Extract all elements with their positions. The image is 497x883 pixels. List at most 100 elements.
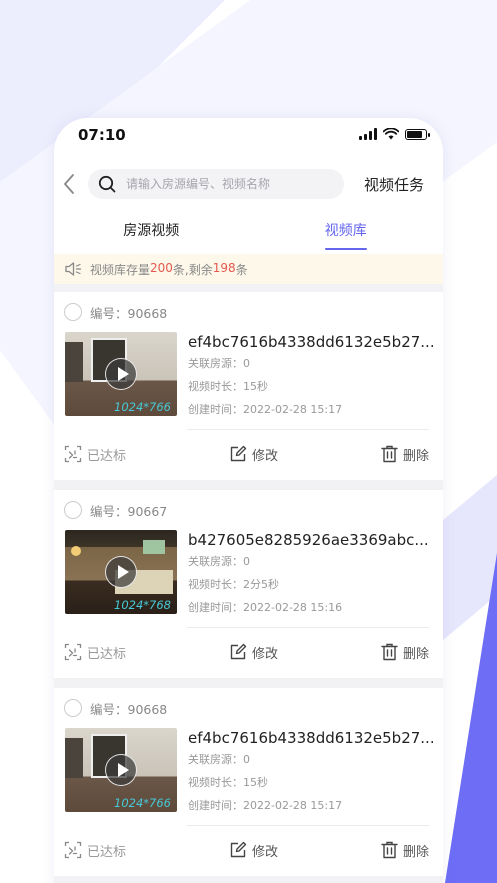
trash-icon bbox=[381, 445, 398, 463]
delete-label: 删除 bbox=[402, 448, 429, 464]
delete-button[interactable]: 删除 bbox=[381, 643, 429, 662]
tab-property-videos[interactable]: 房源视频 bbox=[54, 210, 249, 254]
trash-icon bbox=[381, 841, 398, 859]
notice-text: 视频库存量 200 条,剩余 198 条 bbox=[90, 261, 248, 278]
reach-standard-label: 已达标 bbox=[87, 646, 127, 662]
tab-video-library[interactable]: 视频库 bbox=[249, 210, 444, 254]
notice-total: 200 bbox=[150, 260, 173, 275]
video-resolution: 1024*766 bbox=[114, 400, 171, 414]
edit-button[interactable]: 修改 bbox=[229, 841, 278, 860]
signal-icon bbox=[359, 128, 377, 140]
delete-label: 删除 bbox=[402, 844, 429, 860]
speaker-icon bbox=[65, 262, 82, 276]
notice-mid: 条,剩余 bbox=[172, 262, 213, 277]
reach-standard-label: 已达标 bbox=[87, 448, 127, 464]
reach-standard-button[interactable]: 已达标 bbox=[64, 445, 126, 464]
video-duration: 视频时长：15秒 bbox=[188, 776, 268, 789]
divider bbox=[187, 825, 429, 826]
card-body: 1024*766 ef4bc7616b4338dd6132e5b27... 关联… bbox=[54, 332, 443, 420]
divider bbox=[187, 429, 429, 430]
card-header: 编号：90668 bbox=[54, 688, 443, 728]
video-thumbnail[interactable]: 1024*766 bbox=[65, 728, 177, 812]
linked-properties: 关联房源：0 bbox=[188, 555, 250, 568]
trash-icon bbox=[381, 643, 398, 661]
edit-button[interactable]: 修改 bbox=[229, 445, 278, 464]
back-button[interactable] bbox=[58, 169, 80, 199]
play-icon[interactable] bbox=[105, 754, 137, 786]
video-info: b427605e8285926ae3369abc... 关联房源：0 视频时长：… bbox=[188, 530, 438, 618]
header: 07:10 请输入房源编号、视频名称 视频任务 房源视频 视频库 bbox=[54, 118, 443, 254]
storage-notice: 视频库存量 200 条,剩余 198 条 bbox=[54, 254, 443, 284]
video-thumbnail[interactable]: 1024*766 bbox=[65, 332, 177, 416]
select-radio[interactable] bbox=[64, 699, 82, 717]
reach-standard-icon bbox=[64, 445, 82, 463]
bg-decoration bbox=[445, 553, 497, 883]
search-row: 视频任务 bbox=[54, 158, 443, 210]
notice-suffix: 条 bbox=[235, 262, 248, 277]
status-time: 07:10 bbox=[78, 126, 126, 144]
status-icons bbox=[359, 128, 430, 140]
back-chevron-icon bbox=[64, 174, 74, 194]
reach-standard-label: 已达标 bbox=[87, 844, 127, 860]
video-thumbnail[interactable]: 1024*768 bbox=[65, 530, 177, 614]
search-input[interactable] bbox=[126, 177, 326, 191]
tab-bar: 房源视频 视频库 bbox=[54, 210, 443, 254]
delete-button[interactable]: 删除 bbox=[381, 445, 429, 464]
delete-button[interactable]: 删除 bbox=[381, 841, 429, 860]
phone-frame: 07:10 请输入房源编号、视频名称 视频任务 房源视频 视频库 视频库存量 2… bbox=[54, 118, 443, 883]
search-icon bbox=[98, 175, 116, 193]
created-time: 创建时间：2022-02-28 15:17 bbox=[188, 403, 343, 416]
reach-standard-button[interactable]: 已达标 bbox=[64, 841, 126, 860]
linked-properties: 关联房源：0 bbox=[188, 753, 250, 766]
select-radio[interactable] bbox=[64, 501, 82, 519]
created-time: 创建时间：2022-02-28 15:17 bbox=[188, 799, 343, 812]
video-duration: 视频时长：2分5秒 bbox=[188, 578, 279, 591]
edit-icon bbox=[230, 643, 247, 660]
card-actions: 已达标 修改 删除 bbox=[64, 640, 429, 664]
video-title: b427605e8285926ae3369abc... bbox=[188, 531, 429, 549]
search-box[interactable] bbox=[88, 169, 344, 199]
video-info: ef4bc7616b4338dd6132e5b27... 关联房源：0 视频时长… bbox=[188, 728, 438, 816]
reach-standard-icon bbox=[64, 643, 82, 661]
video-list: 编号：90668 1024*766 ef4bc7616b4338dd6132e5… bbox=[54, 284, 443, 876]
card-header: 编号：90667 bbox=[54, 490, 443, 530]
card-body: 1024*766 ef4bc7616b4338dd6132e5b27... 关联… bbox=[54, 728, 443, 816]
edit-label: 修改 bbox=[251, 646, 278, 662]
video-task-button[interactable]: 视频任务 bbox=[364, 174, 424, 195]
edit-icon bbox=[230, 841, 247, 858]
divider bbox=[187, 627, 429, 628]
notice-prefix: 视频库存量 bbox=[90, 262, 151, 277]
select-radio[interactable] bbox=[64, 303, 82, 321]
reach-standard-icon bbox=[64, 841, 82, 859]
video-id: 编号：90668 bbox=[90, 305, 168, 321]
status-bar: 07:10 bbox=[54, 118, 443, 158]
edit-label: 修改 bbox=[251, 844, 278, 860]
wifi-icon bbox=[383, 128, 399, 140]
video-card[interactable]: 编号：90668 1024*766 ef4bc7616b4338dd6132e5… bbox=[54, 292, 443, 480]
reach-standard-button[interactable]: 已达标 bbox=[64, 643, 126, 662]
video-resolution: 1024*768 bbox=[114, 598, 171, 612]
notice-remain: 198 bbox=[212, 260, 236, 275]
created-time: 创建时间：2022-02-28 15:16 bbox=[188, 601, 343, 614]
delete-label: 删除 bbox=[402, 646, 429, 662]
play-icon[interactable] bbox=[105, 556, 137, 588]
video-info: ef4bc7616b4338dd6132e5b27... 关联房源：0 视频时长… bbox=[188, 332, 438, 420]
card-header: 编号：90668 bbox=[54, 292, 443, 332]
video-id: 编号：90668 bbox=[90, 701, 168, 717]
edit-icon bbox=[230, 445, 247, 462]
video-card[interactable]: 编号：90668 1024*766 ef4bc7616b4338dd6132e5… bbox=[54, 688, 443, 876]
edit-label: 修改 bbox=[251, 448, 278, 464]
play-icon[interactable] bbox=[105, 358, 137, 390]
video-title: ef4bc7616b4338dd6132e5b27... bbox=[188, 729, 435, 747]
video-title: ef4bc7616b4338dd6132e5b27... bbox=[188, 333, 435, 351]
card-body: 1024*768 b427605e8285926ae3369abc... 关联房… bbox=[54, 530, 443, 618]
edit-button[interactable]: 修改 bbox=[229, 643, 278, 662]
battery-icon bbox=[405, 128, 430, 140]
linked-properties: 关联房源：0 bbox=[188, 357, 250, 370]
video-duration: 视频时长：15秒 bbox=[188, 380, 268, 393]
card-actions: 已达标 修改 删除 bbox=[64, 442, 429, 466]
video-card[interactable]: 编号：90667 1024*768 b427605e8285926ae3369a… bbox=[54, 490, 443, 678]
card-actions: 已达标 修改 删除 bbox=[64, 838, 429, 862]
video-id: 编号：90667 bbox=[90, 503, 168, 519]
video-resolution: 1024*766 bbox=[114, 796, 171, 810]
